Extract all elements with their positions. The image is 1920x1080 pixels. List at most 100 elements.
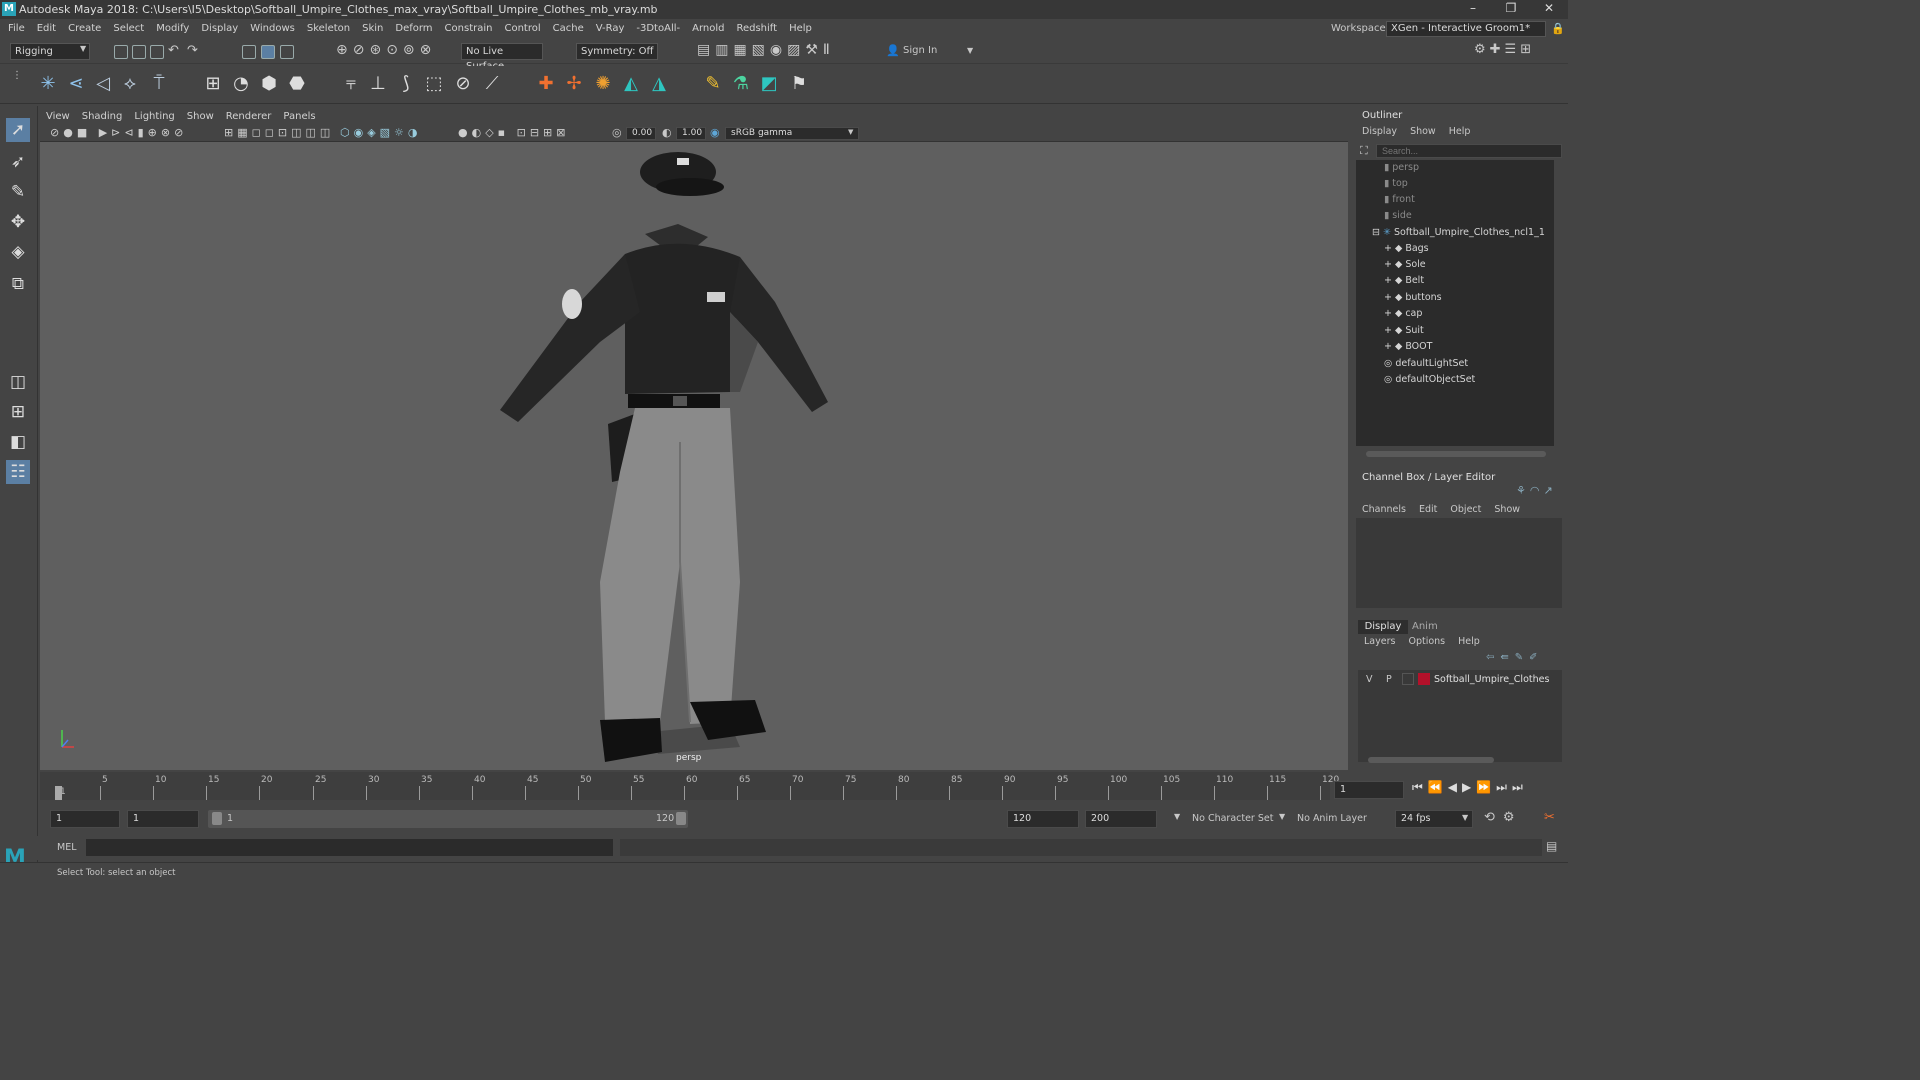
current-time-marker[interactable] [55, 786, 62, 800]
move-tool-icon[interactable]: ✥ [6, 210, 30, 234]
script-editor-icon[interactable]: ▤ [1546, 839, 1557, 853]
menu-skeleton[interactable]: Skeleton [301, 20, 356, 37]
menu-arnold[interactable]: Arnold [686, 20, 730, 37]
live-surface-field[interactable]: No Live Surface [461, 43, 543, 72]
menu-redshift[interactable]: Redshift [730, 20, 783, 37]
playback-end-field[interactable]: 120 [1007, 810, 1079, 828]
outliner-item-side[interactable]: ▮ side [1384, 208, 1412, 224]
parent-constraint-icon[interactable]: ⫧ [340, 73, 362, 95]
layer-visibility-toggle[interactable]: V [1366, 674, 1373, 685]
auto-key-icon[interactable]: ✂ [1544, 810, 1555, 825]
outliner-view-icon[interactable]: ☷ [6, 460, 30, 484]
cb-show-menu[interactable]: Show [1494, 504, 1520, 515]
rotate-tool-icon[interactable]: ◈ [6, 240, 30, 264]
outliner-search-input[interactable] [1376, 144, 1562, 158]
menu-edit[interactable]: Edit [31, 20, 62, 37]
outliner-item-suit[interactable]: + ◆ Suit [1384, 323, 1424, 339]
set-driven-key-icon[interactable]: ✢ [563, 73, 585, 95]
display-mode-icons[interactable]: ⊞▦◻◻⊡◫◫◫ [224, 126, 334, 139]
playback-controls[interactable]: ⏮⏪◀▶⏩⏭⏭ [1412, 780, 1528, 795]
locator-icon[interactable]: ✚ [535, 73, 557, 95]
render-icons[interactable]: ▤▥▦▧◉▨⚒Ⅱ [697, 42, 835, 58]
outliner-item-defaultobjectset[interactable]: ◎ defaultObjectSet [1384, 372, 1475, 388]
character-set-dropdown[interactable]: No Character Set [1192, 813, 1273, 824]
sign-in-button[interactable]: Sign In [903, 45, 937, 56]
lock-icon[interactable]: 🔒 [1551, 22, 1565, 35]
range-handle-start[interactable] [212, 812, 222, 825]
insert-joint-icon[interactable]: ⟡ [119, 73, 141, 95]
menu-modify[interactable]: Modify [150, 20, 195, 37]
humanik-icon[interactable]: ⍑ [148, 73, 170, 95]
chevron-down-icon[interactable]: ▼ [967, 46, 973, 55]
outliner-menu-show[interactable]: Show [1410, 126, 1436, 137]
cluster-icon[interactable]: ◔ [230, 73, 252, 95]
layout-icons[interactable]: ⚙✚☰⊞ [1474, 42, 1535, 57]
workspace-dropdown[interactable]: XGen - Interactive Groom1* [1386, 21, 1546, 37]
mirror-weights-icon[interactable]: ⚗ [730, 73, 752, 95]
select-object-icon[interactable] [261, 45, 275, 59]
point-constraint-icon[interactable]: ⊥ [367, 73, 389, 95]
paint-select-icon[interactable]: ✎ [6, 180, 30, 204]
four-view-icon[interactable]: ⊞ [6, 400, 30, 424]
orient-constraint-icon[interactable]: ⟆ [395, 73, 417, 95]
redo-icon[interactable]: ↷ [187, 43, 198, 58]
menu-skin[interactable]: Skin [356, 20, 389, 37]
panel-menu-show[interactable]: Show [181, 110, 220, 124]
range-handle-end[interactable] [676, 812, 686, 825]
new-scene-icon[interactable] [114, 45, 128, 59]
layer-h-scrollbar[interactable] [1368, 757, 1494, 763]
scale-constraint-icon[interactable]: ⬚ [423, 73, 445, 95]
open-scene-icon[interactable] [132, 45, 146, 59]
tab-anim[interactable]: Anim [1412, 620, 1442, 634]
tab-display[interactable]: Display [1358, 620, 1408, 634]
lasso-tool-icon[interactable]: ➶ [6, 150, 30, 174]
character-icon[interactable]: ✺ [592, 73, 614, 95]
shape-editor-icon[interactable]: ◮ [648, 73, 670, 95]
layer-action-icons[interactable]: ⇦⇚✎✐ [1486, 652, 1544, 663]
panel-menu-view[interactable]: View [40, 110, 76, 124]
save-scene-icon[interactable] [150, 45, 164, 59]
outliner-item-front[interactable]: ▮ front [1384, 192, 1415, 208]
color-space-dropdown[interactable]: sRGB gamma [725, 127, 859, 140]
loop-icons[interactable]: ⟲⚙ [1484, 810, 1523, 825]
menu-3dtoall[interactable]: -3DtoAll- [630, 20, 686, 37]
menu-deform[interactable]: Deform [389, 20, 438, 37]
outliner-h-scrollbar[interactable] [1366, 451, 1546, 457]
menu-cache[interactable]: Cache [547, 20, 590, 37]
layer-name[interactable]: Softball_Umpire_Clothes [1434, 674, 1549, 685]
collapse-icon[interactable]: ⊟ [1372, 227, 1383, 238]
lattice-icon[interactable]: ⬢ [258, 73, 280, 95]
select-tool-icon[interactable]: ➚ [6, 118, 30, 142]
chevron-down-icon[interactable]: ▼ [1279, 812, 1285, 821]
two-view-icon[interactable]: ◧ [6, 430, 30, 454]
current-frame-field[interactable]: 1 [1334, 781, 1404, 799]
menu-constrain[interactable]: Constrain [439, 20, 499, 37]
outliner-menu-display[interactable]: Display [1362, 126, 1397, 137]
layer-type-toggle[interactable] [1402, 673, 1414, 685]
layer-color-swatch[interactable] [1418, 673, 1430, 685]
joint-tool-icon[interactable]: ✳ [37, 73, 59, 95]
panel-menu-renderer[interactable]: Renderer [220, 110, 278, 124]
copy-weights-icon[interactable]: ◩ [758, 73, 780, 95]
outliner-item-defaultlightset[interactable]: ◎ defaultLightSet [1384, 356, 1468, 372]
isolate-icons[interactable]: ●◐◇▪ ⊡⊟⊞⊠ [458, 126, 569, 139]
snap-icons[interactable]: ⊕⊘⊛⊙⊚⊗ [336, 42, 436, 58]
animation-end-field[interactable]: 200 [1085, 810, 1157, 828]
options-menu[interactable]: Options [1408, 636, 1445, 647]
panel-menu-shading[interactable]: Shading [76, 110, 129, 124]
channel-box-toggle-icons[interactable]: ⚘◠↗ [1516, 484, 1557, 497]
menu-windows[interactable]: Windows [244, 20, 301, 37]
wrap-icon[interactable]: ⬣ [286, 73, 308, 95]
script-language-toggle[interactable]: MEL [57, 842, 77, 853]
outliner-item-top[interactable]: ▮ top [1384, 176, 1408, 192]
outliner-item-root[interactable]: ⊟ ✳ Softball_Umpire_Clothes_ncl1_1 [1372, 225, 1545, 241]
pole-vector-icon[interactable]: ⟋ [481, 73, 503, 95]
cb-object-menu[interactable]: Object [1450, 504, 1481, 515]
color-management-icon[interactable]: ◉ [710, 126, 720, 139]
camera-tools-icons[interactable]: ⊘●■ ▶⊳⊲▮⊕⊗⊘ [50, 126, 187, 139]
pin-tool-icon[interactable]: ⚑ [788, 73, 810, 95]
channels-menu[interactable]: Channels [1362, 504, 1406, 515]
playback-start-field[interactable]: 1 [127, 810, 199, 828]
undo-icon[interactable]: ↶ [168, 43, 179, 58]
panel-menu-panels[interactable]: Panels [277, 110, 321, 124]
